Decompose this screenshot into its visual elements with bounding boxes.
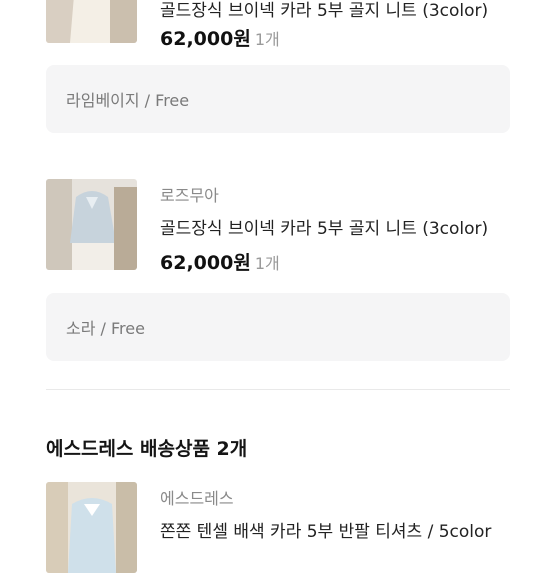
option-box: 라임베이지 / Free xyxy=(46,65,510,133)
option-text: 소라 / Free xyxy=(66,319,145,338)
order-item[interactable]: 에스드레스 쫀쫀 텐셀 배색 카라 5부 반팔 티셔츠 / 5color xyxy=(46,482,510,573)
product-thumbnail[interactable] xyxy=(46,482,137,573)
quantity: 1개 xyxy=(254,30,280,49)
option-text: 라임베이지 / Free xyxy=(66,91,190,110)
product-thumbnail[interactable] xyxy=(46,0,137,43)
option-box: 소라 / Free xyxy=(46,293,510,361)
price-value: 62,000원 xyxy=(160,28,251,50)
product-thumbnail[interactable] xyxy=(46,179,137,270)
product-name[interactable]: 골드장식 브이넥 카라 5부 골지 니트 (3color) xyxy=(160,214,488,239)
product-image xyxy=(46,0,137,43)
product-name[interactable]: 쫀쫀 텐셀 배색 카라 5부 반팔 티셔츠 / 5color xyxy=(160,517,491,542)
order-item[interactable]: 골드장식 브이넥 카라 5부 골지 니트 (3color) 62,000원 1개 xyxy=(46,0,510,50)
price-value: 62,000원 xyxy=(160,252,251,274)
product-image xyxy=(46,179,137,270)
product-price: 62,000원 1개 xyxy=(160,248,280,275)
order-item[interactable]: 로즈무아 골드장식 브이넥 카라 5부 골지 니트 (3color) 62,00… xyxy=(46,179,510,274)
brand-name[interactable]: 로즈무아 xyxy=(160,182,219,206)
section-divider xyxy=(46,389,510,390)
product-name[interactable]: 골드장식 브이넥 카라 5부 골지 니트 (3color) xyxy=(160,0,488,21)
product-price: 62,000원 1개 xyxy=(160,24,280,51)
quantity: 1개 xyxy=(254,254,280,273)
shipping-group-title: 에스드레스 배송상품 2개 xyxy=(46,438,248,460)
brand-name[interactable]: 에스드레스 xyxy=(160,485,234,509)
product-image xyxy=(46,482,137,573)
